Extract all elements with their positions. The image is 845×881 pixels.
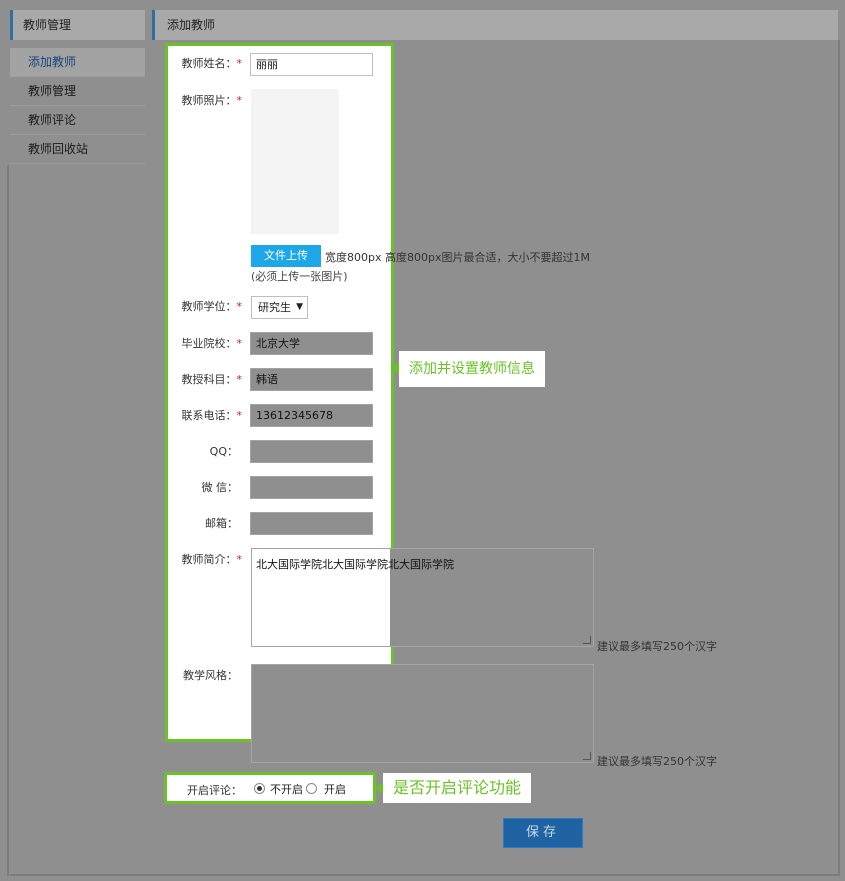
sidebar-item-add-teacher[interactable]: 添加教师	[10, 48, 145, 77]
radio-comment-on[interactable]	[306, 783, 317, 794]
intro-textarea[interactable]: 北大国际学院北大国际学院北大国际学院	[251, 548, 594, 647]
info-callout: 添加并设置教师信息	[399, 351, 545, 387]
name-input[interactable]: 丽丽	[250, 53, 373, 76]
sidebar-item-recycle-bin[interactable]: 教师回收站	[10, 135, 145, 164]
sidebar-item-teacher-manage[interactable]: 教师管理	[10, 77, 145, 106]
subject-input[interactable]: 韩语	[250, 368, 373, 391]
school-input[interactable]: 北京大学	[250, 332, 373, 355]
frame-border-left	[7, 165, 9, 876]
frame-border-bottom	[10, 874, 838, 876]
comment-label: 开启评论：	[187, 784, 242, 797]
intro-text: 北大国际学院北大国际学院北大国际学院	[256, 558, 454, 571]
style-textarea[interactable]	[251, 664, 594, 763]
callout-arrow-icon	[391, 362, 399, 374]
wechat-label: 微 信：	[201, 481, 239, 494]
qq-label: QQ：	[209, 445, 238, 458]
photo-size-hint: 宽度800px 高度800px图片最合适，大小不要超过1M	[325, 251, 590, 264]
style-label: 教学风格：	[183, 669, 238, 682]
resize-grip-icon[interactable]	[583, 752, 591, 760]
sidebar-item-teacher-comments[interactable]: 教师评论	[10, 106, 145, 135]
intro-hint: 建议最多填写250个汉字	[597, 640, 717, 653]
email-input[interactable]	[250, 512, 373, 535]
school-label: 毕业院校：*	[181, 337, 243, 350]
style-hint: 建议最多填写250个汉字	[597, 755, 717, 768]
comment-off-label: 不开启	[270, 783, 303, 796]
radio-comment-off[interactable]	[254, 783, 265, 794]
degree-label: 教师学位：*	[181, 300, 243, 313]
frame-border-right	[838, 40, 840, 876]
qq-input[interactable]	[250, 440, 373, 463]
email-label: 邮箱：	[205, 517, 238, 530]
chevron-down-icon: ▼	[296, 302, 303, 312]
callout-arrow-icon	[375, 782, 383, 794]
subject-label: 教授科目：*	[181, 373, 243, 386]
phone-label: 联系电话：*	[181, 409, 243, 422]
comment-on-label: 开启	[324, 783, 346, 796]
comment-callout: 是否开启评论功能	[383, 773, 532, 803]
photo-label: 教师照片：*	[181, 94, 243, 107]
photo-required-hint: (必须上传一张图片)	[251, 270, 348, 283]
name-label: 教师姓名：*	[181, 57, 243, 70]
save-button[interactable]: 保存	[503, 818, 583, 848]
sidebar-menu: 添加教师 教师管理 教师评论 教师回收站	[10, 48, 145, 164]
file-upload-button[interactable]: 文件上传	[251, 245, 321, 267]
page-title: 添加教师	[152, 10, 838, 40]
phone-input[interactable]: 13612345678	[250, 404, 373, 427]
intro-label: 教师简介：*	[181, 553, 243, 566]
photo-preview	[251, 89, 339, 234]
sidebar-title: 教师管理	[10, 10, 145, 40]
resize-grip-icon[interactable]	[583, 636, 591, 644]
wechat-input[interactable]	[250, 476, 373, 499]
degree-select[interactable]: 研究生 ▼	[251, 296, 308, 319]
